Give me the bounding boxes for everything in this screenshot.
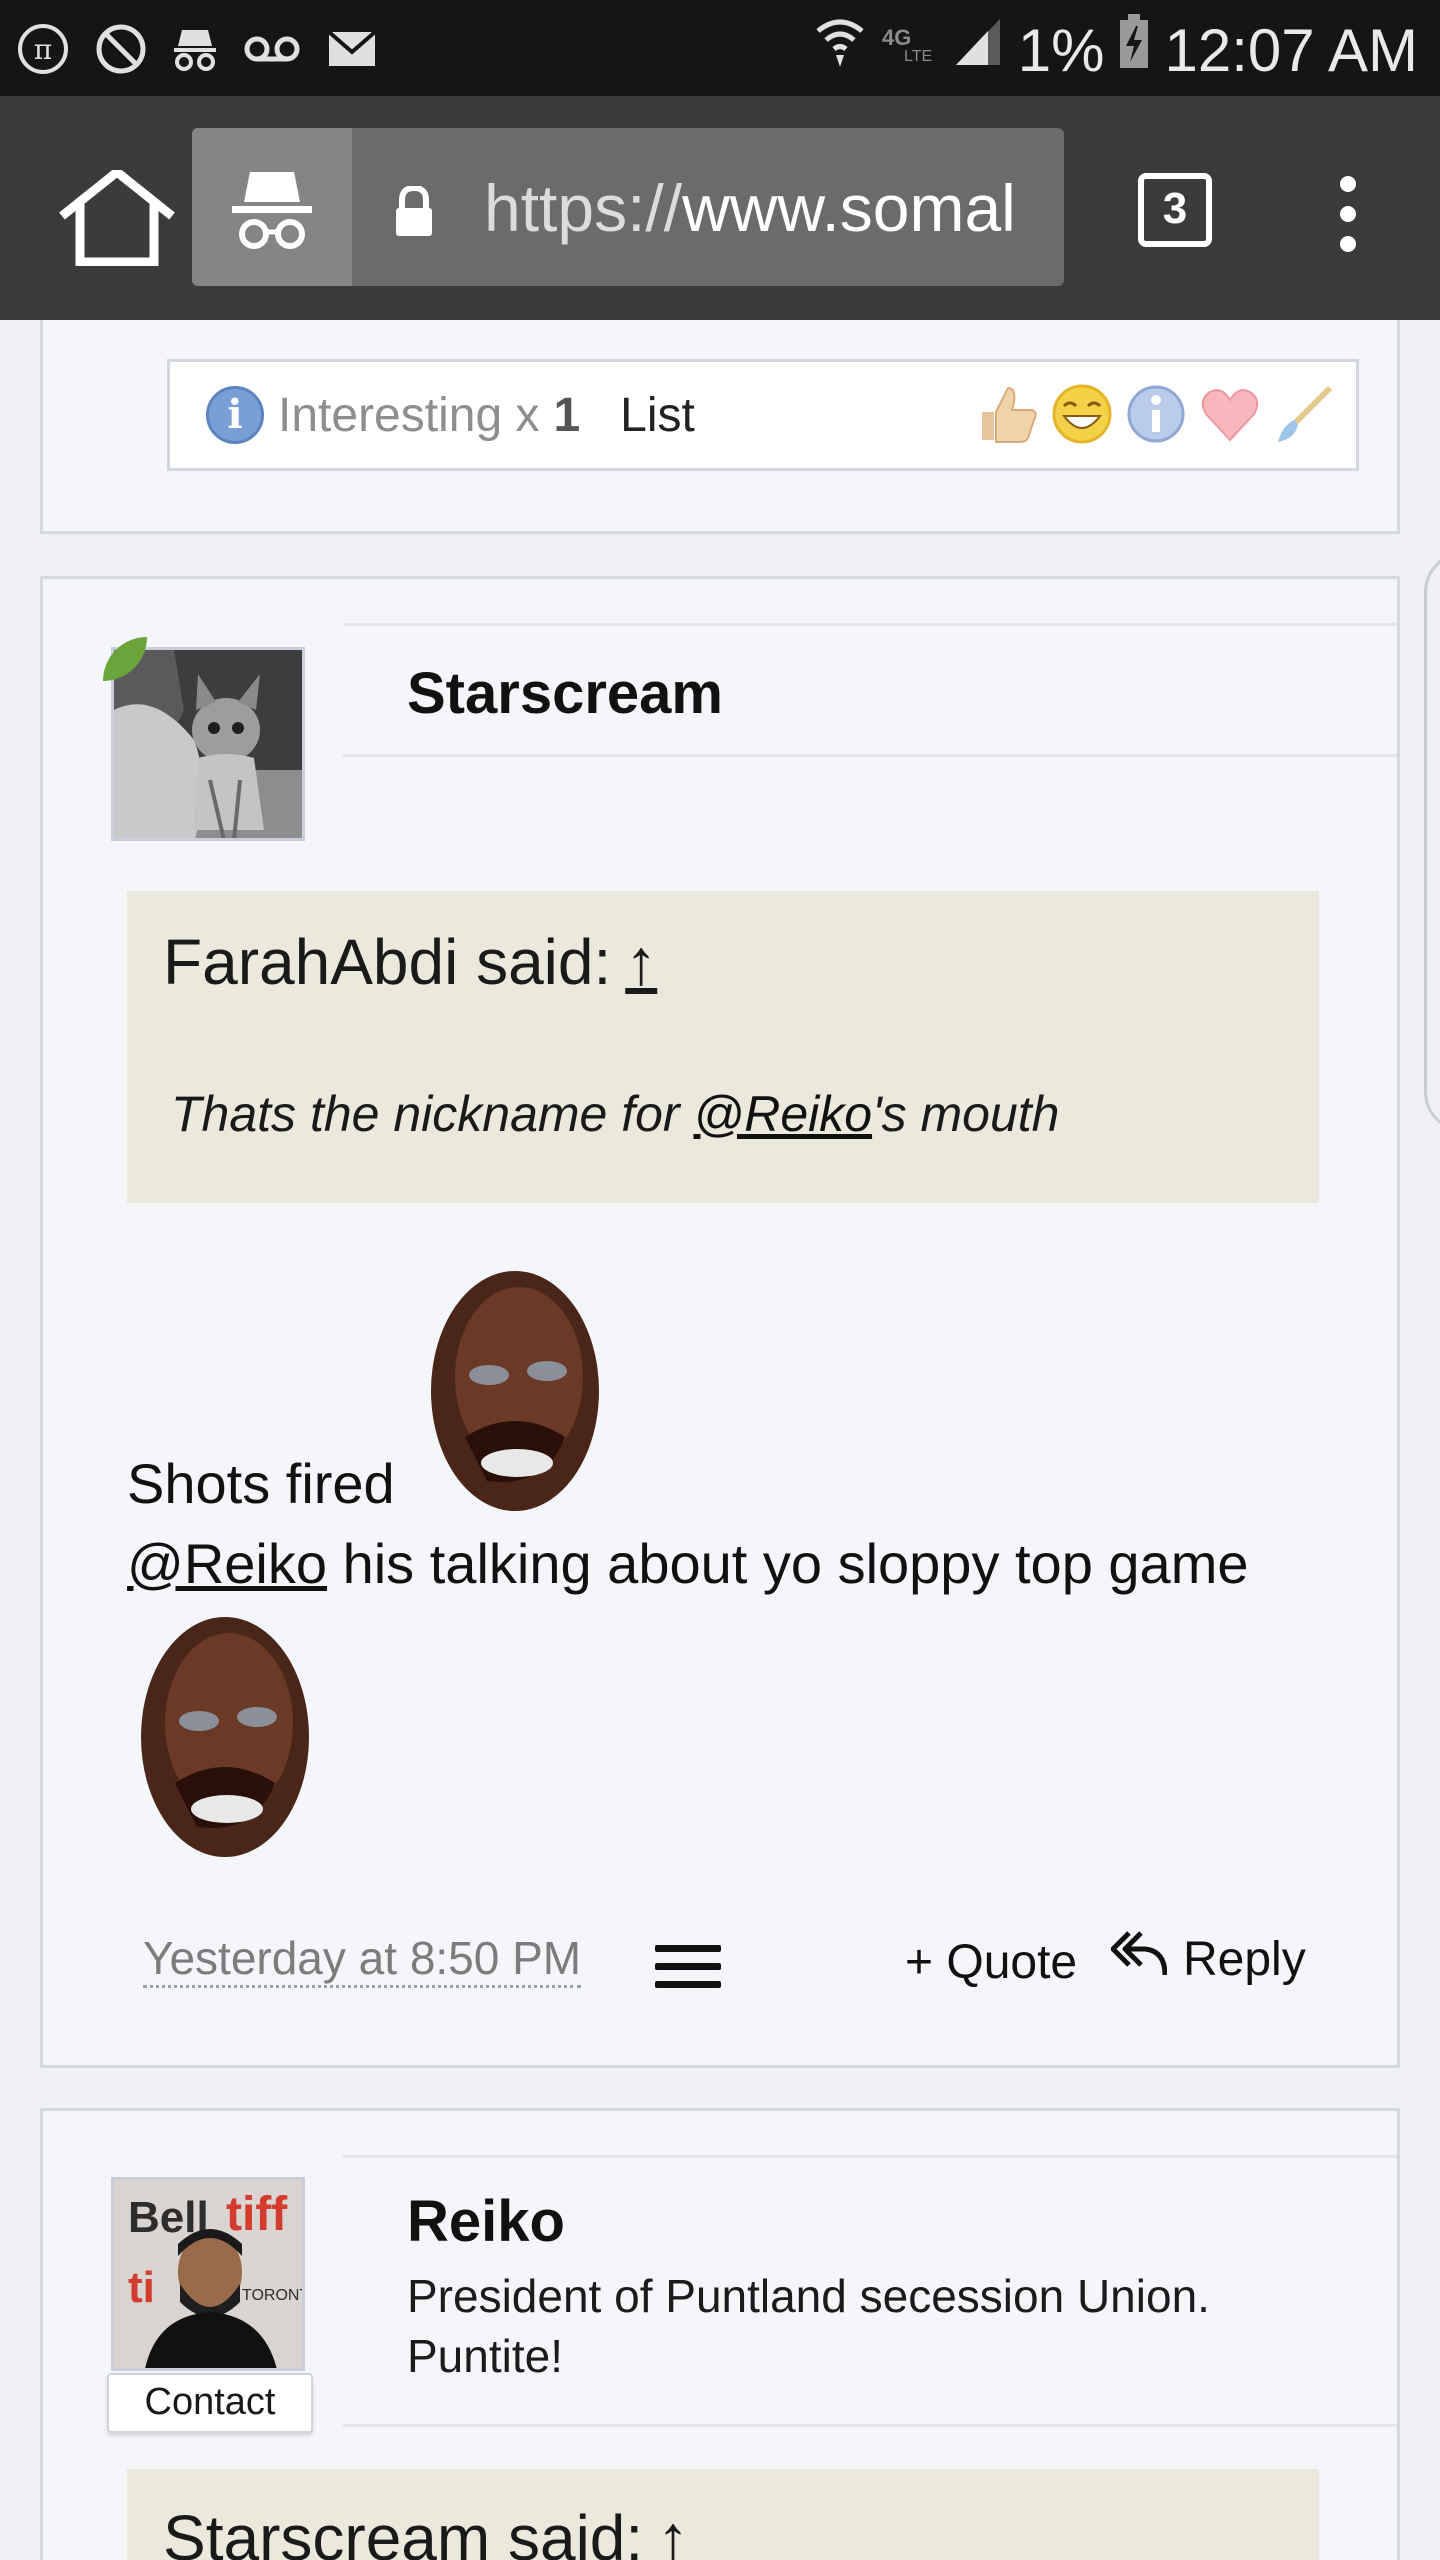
post-starscream: Starscream FarahAbdi said: ↑ Thats the ni… bbox=[40, 576, 1400, 2068]
contact-button[interactable]: Contact bbox=[107, 2373, 313, 2433]
battery-icon bbox=[1118, 12, 1150, 90]
url-text[interactable]: https://www.somal bbox=[484, 172, 1016, 244]
signal-icon bbox=[952, 13, 1004, 89]
message-line-1: Shots fired bbox=[127, 1452, 395, 1515]
reply-button[interactable]: Reply bbox=[1110, 1929, 1306, 1989]
mention-link[interactable]: @Reiko bbox=[127, 1532, 327, 1595]
quote-button[interactable]: + Quote bbox=[905, 1935, 1077, 1990]
quote-header: Starscream said: ↑ bbox=[163, 2501, 689, 2560]
message-text: his talking about yo sloppy top game bbox=[327, 1532, 1249, 1595]
omnibox[interactable]: https://www.somal bbox=[192, 128, 1064, 286]
incognito-icon[interactable] bbox=[192, 128, 352, 286]
quote-header: FarahAbdi said: ↑ bbox=[163, 925, 657, 999]
username[interactable]: Reiko bbox=[407, 2188, 565, 2255]
browser-toolbar: https://www.somal 3 bbox=[0, 96, 1440, 320]
crying-face-emoji bbox=[425, 1267, 605, 1520]
svg-text:TORONTO: TORONTO bbox=[242, 2287, 305, 2304]
pi-icon: π bbox=[16, 22, 70, 81]
mail-icon bbox=[326, 22, 378, 81]
voicemail-icon bbox=[242, 22, 302, 81]
more-vert-icon[interactable] bbox=[1326, 174, 1370, 254]
url-host: www.somal bbox=[682, 171, 1016, 245]
quote-content: Thats the nickname for @Reiko's mouth bbox=[171, 1085, 1059, 1143]
previous-post: i Interesting x 1 List bbox=[40, 320, 1400, 534]
quote-jump-link[interactable]: ↑ bbox=[657, 2502, 689, 2560]
quote-block: Starscream said: ↑ bbox=[127, 2469, 1319, 2560]
reply-icon bbox=[1110, 1929, 1168, 1989]
avatar[interactable] bbox=[111, 647, 305, 841]
url-scheme: https:// bbox=[484, 171, 683, 245]
status-bar: π 4G LTE 1% 12:07 AM bbox=[0, 0, 1440, 96]
reply-label: Reply bbox=[1183, 1932, 1306, 1986]
post-reiko: Bell tiff ti TORONTO Contact Reiko Presi… bbox=[40, 2108, 1400, 2560]
quote-text-after: 's mouth bbox=[872, 1086, 1060, 1142]
brush-icon[interactable] bbox=[1272, 382, 1336, 446]
post-timestamp[interactable]: Yesterday at 8:50 PM bbox=[143, 1931, 582, 1988]
user-info: Reiko President of Puntland secession Un… bbox=[343, 2155, 1397, 2427]
svg-text:ti: ti bbox=[128, 2263, 155, 2312]
avatar[interactable]: Bell tiff ti TORONTO bbox=[111, 2177, 305, 2371]
clock: 12:07 AM bbox=[1164, 17, 1418, 84]
edge-panel-handle[interactable] bbox=[1424, 552, 1440, 1132]
user-info: Starscream bbox=[343, 623, 1397, 757]
quote-author: FarahAbdi said: bbox=[163, 926, 612, 998]
svg-text:π: π bbox=[34, 33, 52, 66]
svg-text:LTE: LTE bbox=[904, 48, 932, 65]
mention-link[interactable]: @Reiko bbox=[693, 1086, 872, 1142]
info-icon[interactable] bbox=[1124, 382, 1188, 446]
post-menu-icon[interactable] bbox=[655, 1945, 721, 1989]
like-icon[interactable] bbox=[976, 382, 1040, 446]
quote-text-before: Thats the nickname for bbox=[171, 1086, 694, 1142]
info-icon: i bbox=[206, 386, 264, 444]
wifi-icon bbox=[814, 13, 866, 89]
love-icon[interactable] bbox=[1198, 382, 1262, 446]
home-icon[interactable] bbox=[56, 167, 178, 267]
quote-author: Starscream said: bbox=[163, 2502, 644, 2560]
quote-block: FarahAbdi said: ↑ Thats the nickname for … bbox=[127, 891, 1319, 1203]
page-content: i Interesting x 1 List Starscream FarahA… bbox=[0, 320, 1440, 2560]
blocked-icon bbox=[94, 22, 148, 81]
lock-icon bbox=[394, 184, 434, 238]
incognito-icon bbox=[172, 22, 218, 81]
tab-switcher-button[interactable]: 3 bbox=[1138, 173, 1212, 247]
quote-jump-link[interactable]: ↑ bbox=[625, 926, 657, 998]
reaction-list-link[interactable]: List bbox=[620, 388, 695, 443]
username[interactable]: Starscream bbox=[407, 660, 723, 727]
reaction-summary: i Interesting x 1 List bbox=[167, 359, 1359, 471]
svg-text:4G: 4G bbox=[882, 25, 911, 50]
battery-percent: 1% bbox=[1017, 17, 1105, 84]
reaction-label: Interesting x bbox=[278, 388, 540, 442]
message-line-2: @Reiko his talking about yo sloppy top g… bbox=[127, 1531, 1249, 1596]
reaction-count: 1 bbox=[553, 388, 581, 442]
crying-face-emoji bbox=[135, 1613, 315, 1866]
svg-text:tiff: tiff bbox=[226, 2188, 288, 2241]
lte-icon: 4G LTE bbox=[880, 13, 938, 89]
reaction-picker bbox=[976, 382, 1336, 446]
funny-icon[interactable] bbox=[1050, 382, 1114, 446]
user-title: President of Puntland secession Union. P… bbox=[407, 2270, 1210, 2382]
